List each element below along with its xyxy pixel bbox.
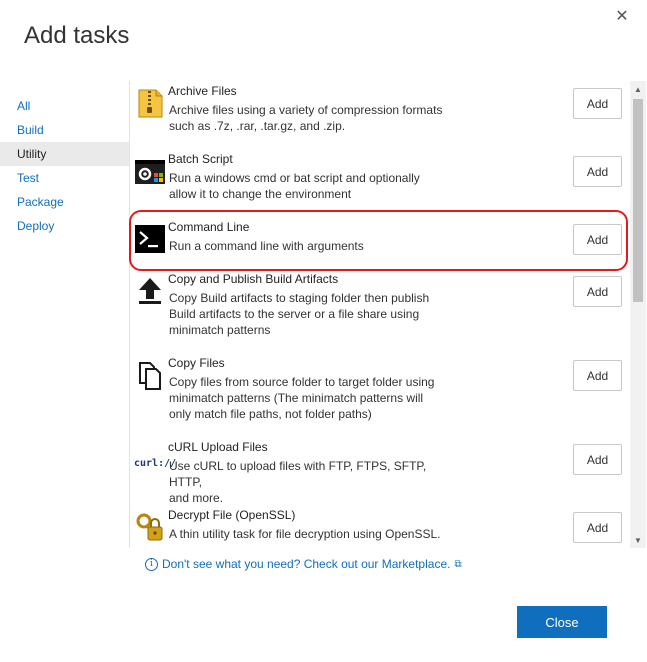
nav-item-deploy[interactable]: Deploy	[0, 214, 129, 238]
nav-item-build[interactable]: Build	[0, 118, 129, 142]
task-item-command-line: Command Line Run a command line with arg…	[130, 217, 630, 269]
marketplace-link-text[interactable]: Don't see what you need? Check out our M…	[162, 557, 450, 571]
add-button[interactable]: Add	[573, 156, 622, 187]
task-description: Run a command line with arguments	[169, 239, 364, 253]
task-name: Batch Script	[168, 152, 233, 166]
task-description: A thin utility task for file decryption …	[169, 527, 441, 541]
category-nav: All Build Utility Test Package Deploy	[0, 94, 129, 238]
task-name: Copy Files	[168, 356, 225, 370]
add-button[interactable]: Add	[573, 512, 622, 543]
dialog-title: Add tasks	[24, 22, 130, 49]
add-button[interactable]: Add	[573, 360, 622, 391]
task-description: Archive files using a variety of compres…	[169, 103, 443, 133]
task-list: Archive Files Archive files using a vari…	[129, 81, 646, 548]
external-link-icon: ⧉	[454, 558, 462, 570]
task-description: Use cURL to upload files with FTP, FTPS,…	[169, 459, 427, 505]
task-item-decrypt-file: Decrypt File (OpenSSL) A thin utility ta…	[130, 505, 630, 548]
scroll-up-arrow-icon[interactable]: ▲	[630, 81, 646, 97]
task-item-copy-files: Copy Files Copy files from source folder…	[130, 353, 630, 437]
task-description: Copy Build artifacts to staging folder t…	[169, 291, 430, 337]
marketplace-link[interactable]: i Don't see what you need? Check out our…	[145, 557, 462, 571]
batch-script-icon	[135, 160, 165, 184]
nav-item-all[interactable]: All	[0, 94, 129, 118]
add-button[interactable]: Add	[573, 88, 622, 119]
nav-item-utility[interactable]: Utility	[0, 142, 129, 166]
task-name: Archive Files	[168, 84, 237, 98]
nav-item-test[interactable]: Test	[0, 166, 129, 190]
task-list-scrollbar[interactable]: ▲ ▼	[630, 81, 646, 548]
task-item-batch-script: Batch Script Run a windows cmd or bat sc…	[130, 149, 630, 217]
task-name: Copy and Publish Build Artifacts	[168, 272, 339, 286]
copy-files-icon	[139, 362, 161, 390]
key-lock-icon	[136, 513, 163, 541]
task-description: Copy files from source folder to target …	[169, 375, 435, 421]
curl-icon: curl://	[134, 457, 177, 469]
scroll-thumb[interactable]	[633, 99, 643, 302]
terminal-icon	[135, 225, 165, 253]
task-name: cURL Upload Files	[168, 440, 268, 454]
close-icon[interactable]: ✕	[612, 6, 632, 26]
task-description: Run a windows cmd or bat script and opti…	[169, 171, 420, 201]
add-button[interactable]: Add	[573, 444, 622, 475]
task-item-copy-publish-artifacts: Copy and Publish Build Artifacts Copy Bu…	[130, 269, 630, 353]
info-icon: i	[145, 557, 158, 571]
zip-archive-icon	[138, 89, 163, 118]
task-item-curl-upload: curl:// cURL Upload Files Use cURL to up…	[130, 437, 630, 505]
nav-item-package[interactable]: Package	[0, 190, 129, 214]
task-item-archive-files: Archive Files Archive files using a vari…	[130, 81, 630, 149]
scroll-down-arrow-icon[interactable]: ▼	[630, 532, 646, 548]
add-button[interactable]: Add	[573, 276, 622, 307]
add-button[interactable]: Add	[573, 224, 622, 255]
close-button[interactable]: Close	[517, 606, 607, 638]
task-name: Command Line	[168, 220, 250, 234]
task-name: Decrypt File (OpenSSL)	[168, 508, 296, 522]
upload-arrow-icon	[139, 278, 161, 304]
